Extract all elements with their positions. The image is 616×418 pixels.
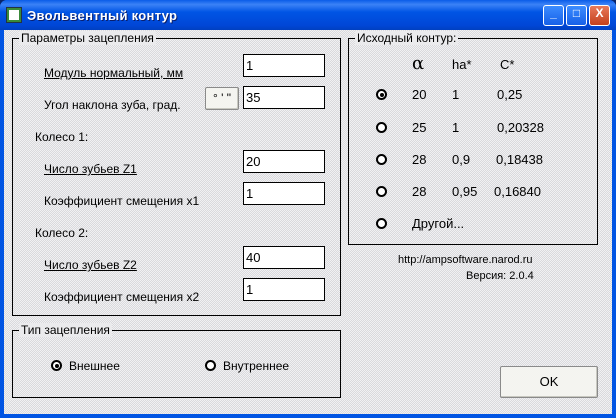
- c-value: 0,16840: [494, 184, 541, 199]
- contour-radio[interactable]: [376, 154, 387, 165]
- z2-label: Число зубьев Z2: [44, 258, 137, 272]
- x2-label: Коэффициент смещения x2: [44, 290, 200, 304]
- version-label: Версия: 2.0.4: [466, 270, 534, 282]
- window: Эвольвентный контур _ □ X Параметры заце…: [0, 0, 616, 418]
- other-contour-label[interactable]: Другой...: [412, 216, 464, 231]
- contour-radio[interactable]: [376, 186, 387, 197]
- minimize-button[interactable]: _: [543, 5, 564, 26]
- module-label: Модуль нормальный, мм: [44, 66, 184, 80]
- degree-format-button[interactable]: ° ' ": [205, 87, 239, 110]
- alpha-value: 25: [412, 120, 427, 135]
- ha-value: 1: [452, 87, 460, 102]
- contour-radio[interactable]: [376, 89, 387, 100]
- alpha-value: 28: [412, 184, 427, 199]
- x1-input[interactable]: [243, 182, 325, 205]
- internal-label[interactable]: Внутреннее: [223, 359, 289, 373]
- dialog-body: Параметры зацепления Модуль нормальный, …: [4, 30, 612, 414]
- contour-radio[interactable]: [376, 122, 387, 133]
- z1-label: Число зубьев Z1: [44, 162, 137, 176]
- ha-header: ha*: [452, 57, 472, 72]
- maximize-button[interactable]: □: [566, 5, 587, 26]
- window-title: Эвольвентный контур: [27, 8, 178, 23]
- c-value: 0,20328: [497, 120, 544, 135]
- angle-input[interactable]: [243, 86, 325, 109]
- module-input[interactable]: [243, 54, 325, 77]
- ok-button[interactable]: OK: [500, 366, 598, 398]
- z1-input[interactable]: [243, 150, 325, 173]
- external-radio[interactable]: [51, 360, 62, 371]
- internal-radio[interactable]: [205, 360, 216, 371]
- alpha-header: α: [412, 53, 425, 74]
- ha-value: 0,95: [452, 184, 478, 199]
- angle-label: Угол наклона зуба, град.: [44, 98, 181, 112]
- ha-value: 1: [452, 120, 460, 135]
- website-link[interactable]: http://ampsoftware.narod.ru: [398, 254, 533, 266]
- close-button[interactable]: X: [589, 5, 610, 26]
- c-value: 0,25: [497, 87, 523, 102]
- c-value: 0,18438: [496, 152, 543, 167]
- z2-input[interactable]: [243, 246, 325, 269]
- app-icon: [6, 7, 22, 23]
- params-legend: Параметры зацепления: [19, 31, 156, 45]
- mesh-legend: Тип зацепления: [19, 323, 112, 337]
- alpha-value: 20: [412, 87, 427, 102]
- wheel2-label: Колесо 2:: [35, 226, 89, 240]
- alpha-value: 28: [412, 152, 427, 167]
- contour-legend: Исходный контур:: [355, 31, 459, 45]
- wheel1-label: Колесо 1:: [35, 130, 89, 144]
- c-header: C*: [500, 57, 515, 72]
- external-label[interactable]: Внешнее: [69, 359, 120, 373]
- params-group: Параметры зацепления Модуль нормальный, …: [12, 31, 341, 316]
- contour-group: Исходный контур: α ha* C* 20 1 0,25 25 1 0,2…: [348, 31, 598, 245]
- title-bar[interactable]: Эвольвентный контур _ □ X: [0, 0, 616, 30]
- mesh-type-group: Тип зацепления Внешнее Внутреннее: [12, 323, 341, 398]
- ha-value: 0,9: [452, 152, 471, 167]
- other-contour-radio[interactable]: [376, 218, 387, 229]
- x2-input[interactable]: [243, 278, 325, 301]
- x1-label: Коэффициент смещения x1: [44, 194, 200, 208]
